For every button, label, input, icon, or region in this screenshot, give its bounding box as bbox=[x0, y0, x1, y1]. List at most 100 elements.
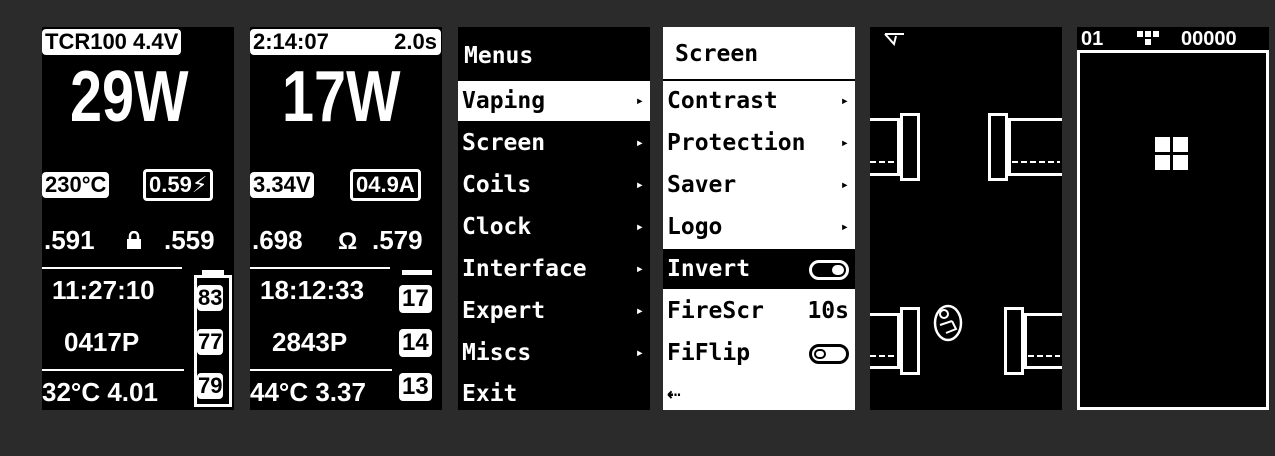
submenu-item-firescr[interactable]: FireScr 10s bbox=[663, 291, 855, 331]
menu-item-label: Interface bbox=[462, 256, 587, 282]
menu-item-expert[interactable]: Expert ▸ bbox=[458, 291, 650, 331]
pipe-right-bottom bbox=[1024, 313, 1062, 369]
back-arrow-icon: ⇠ bbox=[667, 381, 681, 407]
battery-cap bbox=[402, 270, 432, 275]
toggle-knob bbox=[832, 265, 844, 275]
submenu-item-invert[interactable]: Invert bbox=[663, 249, 855, 289]
screen-submenu: Screen Contrast ▸ Protection ▸ Saver ▸ L… bbox=[663, 27, 855, 410]
resistance-right: .559 bbox=[164, 225, 215, 255]
menu-item-label: Expert bbox=[462, 298, 546, 324]
pipe-cap bbox=[988, 113, 1008, 181]
puff-counter: 2843P bbox=[272, 327, 348, 357]
power-value: 17W bbox=[282, 57, 401, 137]
tetris-screen: 01 00000 bbox=[1077, 27, 1269, 410]
pipe-stripe bbox=[1012, 161, 1060, 163]
pipe-left-top bbox=[870, 118, 900, 176]
submenu-back[interactable]: ⇠ bbox=[663, 374, 855, 410]
firescr-value: 10s bbox=[807, 298, 849, 324]
next-piece-icon bbox=[1137, 30, 1165, 49]
resistance-badge: 0.59⚡ bbox=[143, 169, 214, 201]
menu-item-clock[interactable]: Clock ▸ bbox=[458, 207, 650, 247]
resistance-left: .591 bbox=[44, 225, 95, 255]
pipe-stripe bbox=[870, 355, 898, 357]
game-screen bbox=[870, 27, 1062, 410]
menu-item-label: Contrast bbox=[667, 88, 778, 114]
menu-item-label: FiFlip bbox=[667, 340, 751, 366]
battery-level-2: 77 bbox=[197, 329, 224, 355]
menu-item-label: Clock bbox=[462, 214, 532, 240]
temp-voltage: 32°C 4.01 bbox=[42, 377, 158, 407]
menu-item-label: Protection bbox=[667, 130, 806, 156]
chevron-right-icon: ▸ bbox=[840, 93, 849, 109]
chevron-right-icon: ▸ bbox=[635, 345, 644, 361]
invert-toggle[interactable] bbox=[809, 260, 849, 280]
resistance-left: .698 bbox=[252, 225, 303, 255]
submenu-item-saver[interactable]: Saver ▸ bbox=[663, 165, 855, 205]
submenu-item-fiflip[interactable]: FiFlip bbox=[663, 333, 855, 373]
toggle-knob bbox=[814, 349, 826, 359]
menu-item-label: Invert bbox=[667, 256, 751, 282]
chevron-right-icon: ▸ bbox=[635, 135, 644, 151]
menu-item-label: Coils bbox=[462, 172, 532, 198]
pipe-right-top bbox=[1008, 118, 1062, 176]
current-badge: 04.9A bbox=[350, 169, 421, 201]
temperature-badge: 230°C bbox=[42, 172, 110, 198]
bird-icon bbox=[932, 303, 964, 347]
ohm-icon: Ω bbox=[338, 228, 358, 255]
chevron-right-icon: ▸ bbox=[840, 177, 849, 193]
pipe-cap bbox=[900, 113, 920, 181]
divider bbox=[250, 369, 392, 371]
chevron-right-icon: ▸ bbox=[840, 135, 849, 151]
pipe-cap bbox=[900, 307, 920, 375]
chevron-right-icon: ▸ bbox=[635, 219, 644, 235]
submenu-item-contrast[interactable]: Contrast ▸ bbox=[663, 81, 855, 121]
chevron-right-icon: ▸ bbox=[635, 177, 644, 193]
pipe-stripe bbox=[1028, 355, 1060, 357]
submenu-item-protection[interactable]: Protection ▸ bbox=[663, 123, 855, 163]
clock-time: 11:27:10 bbox=[52, 275, 155, 305]
fiflip-toggle[interactable] bbox=[809, 344, 849, 364]
tetris-playfield bbox=[1077, 50, 1269, 410]
menu-item-label: Logo bbox=[667, 214, 723, 240]
menu-item-label: Screen bbox=[462, 130, 546, 156]
main-screen-power: 2:14:07 2.0s 17W 3.34V 04.9A .698 Ω .579… bbox=[250, 27, 442, 410]
menu-item-label: Vaping bbox=[462, 88, 546, 114]
puff-counter: 0417P bbox=[64, 327, 140, 357]
menu-item-label: FireScr bbox=[667, 298, 764, 324]
clock-time: 18:12:33 bbox=[260, 275, 365, 305]
chevron-right-icon: ▸ bbox=[635, 93, 644, 109]
tetris-level: 01 bbox=[1081, 28, 1104, 50]
submenu-item-logo[interactable]: Logo ▸ bbox=[663, 207, 855, 247]
header-bar: 2:14:07 2.0s bbox=[250, 29, 441, 55]
pipe-stripe bbox=[870, 161, 898, 163]
temp-voltage: 44°C 3.37 bbox=[250, 377, 366, 407]
menu-item-vaping[interactable]: Vaping ▸ bbox=[458, 81, 650, 121]
menu-item-coils[interactable]: Coils ▸ bbox=[458, 165, 650, 205]
tcr-mode-label: TCR100 4.4V bbox=[42, 29, 182, 55]
voltage-badge: 3.34V bbox=[250, 172, 314, 198]
menu-title: Menus bbox=[464, 43, 534, 69]
menu-item-interface[interactable]: Interface ▸ bbox=[458, 249, 650, 289]
menu-item-miscs[interactable]: Miscs ▸ bbox=[458, 333, 650, 373]
battery-level-1: 83 bbox=[197, 285, 224, 311]
battery-level-1: 17 bbox=[399, 285, 432, 313]
menu-item-exit[interactable]: Exit bbox=[458, 374, 650, 410]
submenu-title: Screen bbox=[663, 27, 855, 73]
menu-item-label: Miscs bbox=[462, 340, 532, 366]
divider bbox=[42, 369, 184, 371]
pipe-cap bbox=[1004, 307, 1024, 375]
menu-item-label: Saver bbox=[667, 172, 737, 198]
battery-level-3: 13 bbox=[399, 373, 432, 401]
divider bbox=[250, 267, 390, 269]
battery-level-3: 79 bbox=[197, 373, 224, 399]
pipe-left-bottom bbox=[870, 313, 900, 369]
puff-duration: 2.0s bbox=[394, 29, 437, 54]
chevron-right-icon: ▸ bbox=[635, 261, 644, 277]
main-menu-screen: Menus Vaping ▸ Screen ▸ Coils ▸ Clock ▸ … bbox=[458, 27, 650, 410]
battery-level-2: 14 bbox=[399, 329, 432, 357]
lock-icon bbox=[126, 230, 142, 249]
main-screen-tcr: TCR100 4.4V 29W 230°C 0.59⚡ .591 .559 11… bbox=[42, 27, 234, 410]
resistance-right: .579 bbox=[372, 225, 423, 255]
menu-item-screen[interactable]: Screen ▸ bbox=[458, 123, 650, 163]
speaker-icon[interactable] bbox=[884, 31, 906, 50]
